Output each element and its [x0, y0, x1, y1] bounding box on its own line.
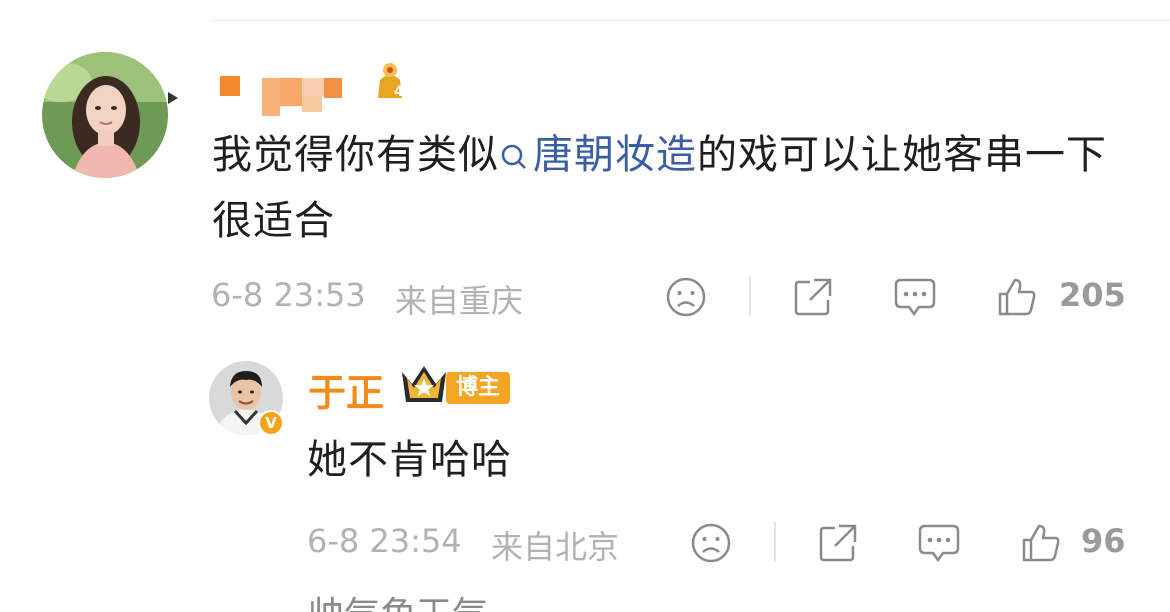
comment-meta-row: 6-8 23:53 来自重庆 205: [0, 276, 1170, 320]
reply-meta-row: 6-8 23:54 来自北京 96: [0, 522, 1170, 566]
topic-label[interactable]: 唐朝妆造: [533, 132, 697, 178]
thumbs-up-icon[interactable]: [996, 276, 1038, 322]
next-reply-snippet: 帅气角王气: [308, 596, 488, 612]
sad-emoji-icon[interactable]: [690, 522, 732, 568]
topic-link[interactable]: 唐朝妆造: [499, 132, 697, 178]
top-divider: [210, 20, 1170, 21]
reply-author-name[interactable]: 于正: [308, 362, 384, 417]
thumbs-up-icon[interactable]: [1020, 522, 1062, 568]
comment-time: 6-8 23:53: [211, 276, 366, 314]
reply-location: 来自北京: [491, 528, 620, 566]
medal-icon: 4: [370, 58, 410, 104]
comment-icon[interactable]: [893, 276, 937, 322]
svg-text:4: 4: [394, 84, 404, 100]
blogger-badge: 博主: [446, 372, 511, 404]
like-count: 205: [1059, 276, 1126, 314]
sad-emoji-icon[interactable]: [665, 276, 707, 322]
comment-text: 我觉得你有类似 唐朝妆造的戏可以让她客串一下很适合: [212, 124, 1142, 252]
search-icon: [499, 128, 529, 190]
commenter-avatar[interactable]: [42, 52, 168, 178]
avatar-pointer: [168, 92, 178, 104]
reply-time: 6-8 23:54: [307, 522, 462, 560]
divider: [749, 276, 751, 316]
comment-location: 来自重庆: [395, 282, 524, 320]
like-count: 96: [1081, 522, 1126, 560]
share-icon[interactable]: [817, 522, 859, 568]
crown-icon: [398, 362, 450, 410]
verified-badge: V: [258, 410, 284, 436]
comment-text-before: 我觉得你有类似: [212, 132, 499, 178]
divider: [774, 522, 776, 562]
share-icon[interactable]: [792, 276, 834, 322]
reply-text: 她不肯哈哈: [307, 437, 512, 483]
comment-icon[interactable]: [917, 522, 961, 568]
